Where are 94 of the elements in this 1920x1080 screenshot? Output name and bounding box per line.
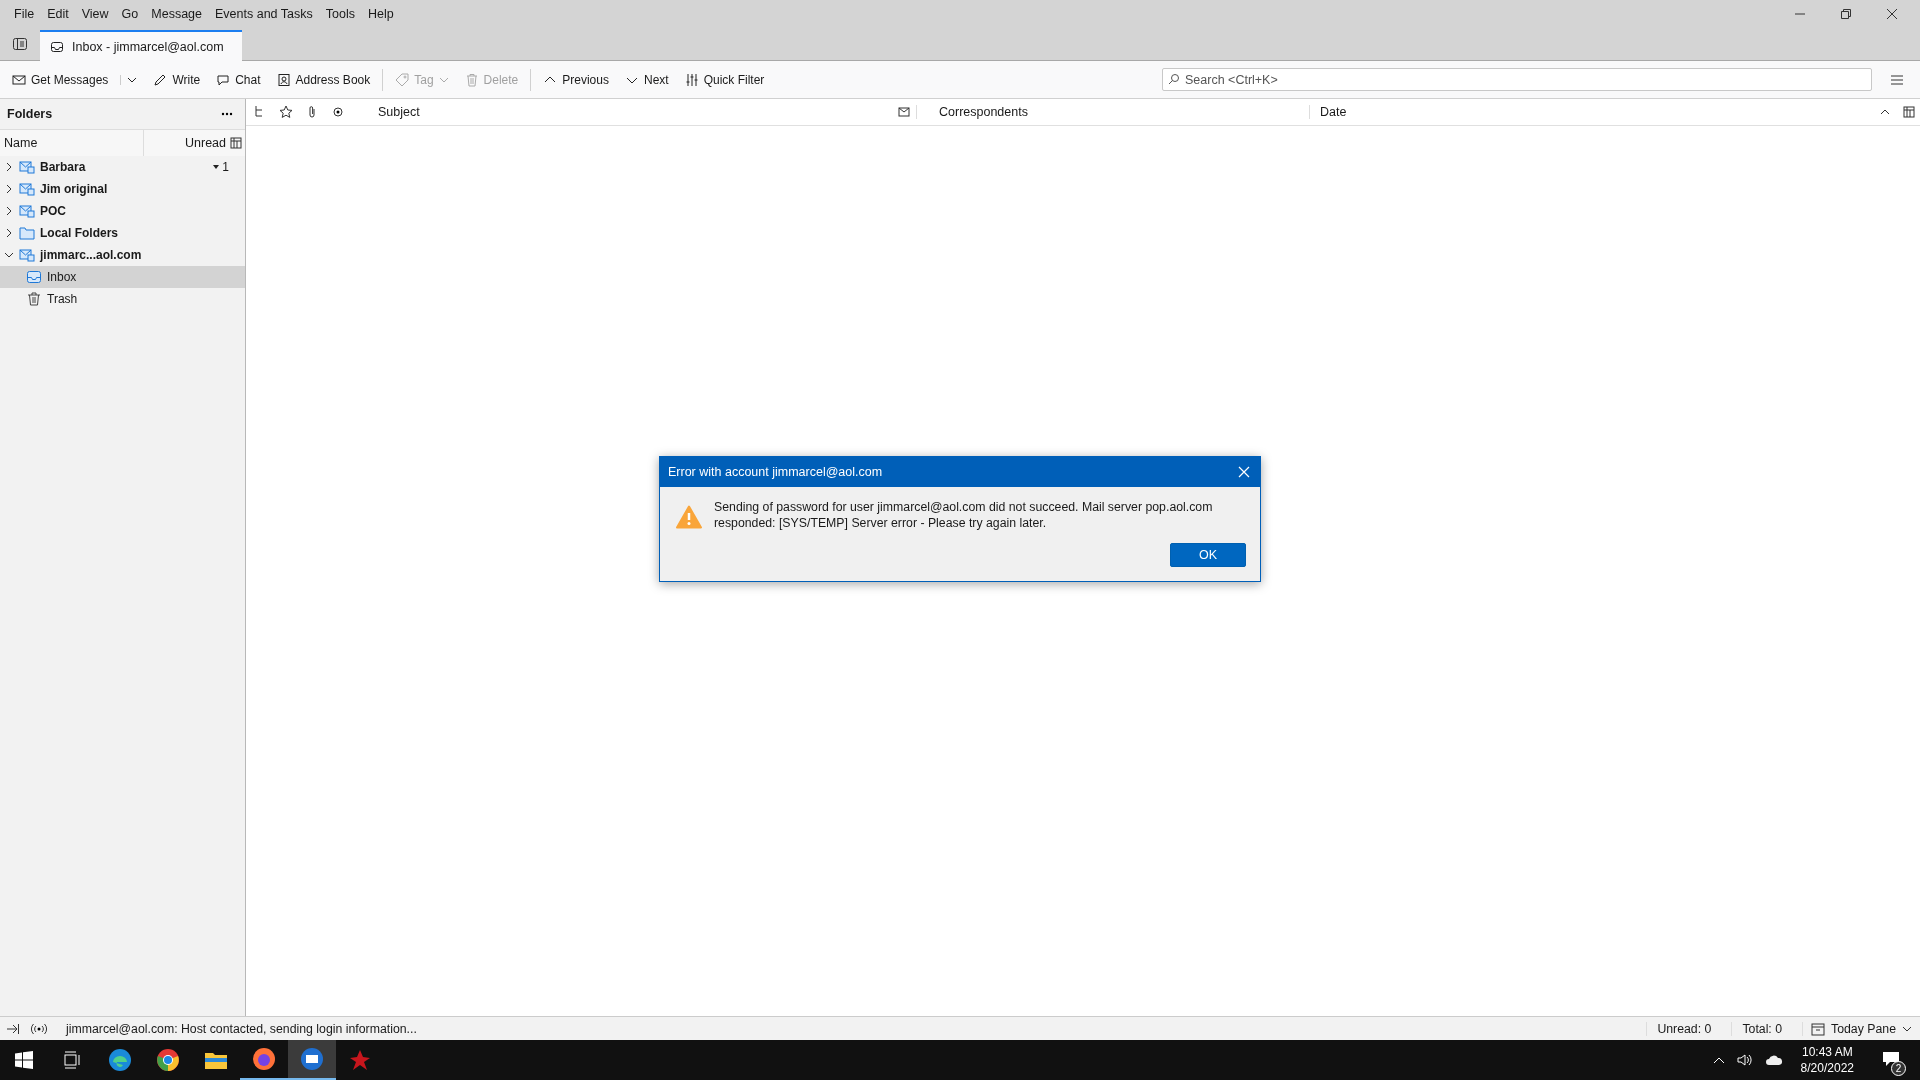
- more-icon[interactable]: [221, 112, 233, 116]
- sidebar-icon[interactable]: [12, 36, 28, 52]
- menu-item[interactable]: Help: [361, 7, 400, 21]
- pane-title: Folders: [7, 107, 53, 121]
- column-header[interactable]: Correspondents: [916, 105, 1309, 119]
- mail-folder-icon: [19, 204, 35, 218]
- get-button[interactable]: Get Messages: [4, 68, 117, 91]
- online-status-icon[interactable]: [30, 1022, 48, 1035]
- envelope-icon: [12, 72, 26, 87]
- task-view-icon[interactable]: [63, 1051, 81, 1069]
- mail-folder-icon: [19, 160, 35, 174]
- folder-item[interactable]: Trash: [0, 288, 245, 310]
- star-icon[interactable]: [279, 105, 293, 119]
- junk-status-icon[interactable]: [897, 105, 911, 119]
- dialog-title: Error with account jimmarcel@aol.com: [668, 465, 883, 479]
- mail-app-icon: [300, 1047, 324, 1071]
- collapse-pane-icon[interactable]: [6, 1022, 20, 1035]
- volume-icon[interactable]: [1736, 1053, 1753, 1067]
- folder-name: Jim original: [40, 182, 108, 196]
- folder-name: POC: [40, 204, 66, 218]
- column-header[interactable]: Unread: [144, 136, 230, 150]
- column-header[interactable]: Name: [0, 130, 144, 156]
- folder-item[interactable]: Jim original: [0, 178, 245, 200]
- folder-icon: [19, 226, 35, 240]
- warning-icon: [676, 505, 702, 529]
- menu-item[interactable]: Tools: [319, 7, 361, 21]
- tab[interactable]: Inbox - jimmarcel@aol.com: [40, 30, 242, 61]
- chevron-icon[interactable]: [4, 162, 14, 172]
- menu-item[interactable]: Events and Tasks: [209, 7, 319, 21]
- restore-icon[interactable]: [1840, 8, 1852, 20]
- chat-button[interactable]: Chat: [208, 68, 269, 91]
- today-pane-button[interactable]: Today Pane: [1802, 1021, 1920, 1036]
- ok-button[interactable]: OK: [1170, 543, 1246, 567]
- chevron-up-icon[interactable]: [1712, 1056, 1725, 1064]
- column-header[interactable]: Date: [1309, 105, 1872, 119]
- total-count: Total: 0: [1731, 1021, 1793, 1036]
- read-status-icon[interactable]: [331, 105, 345, 119]
- close-icon[interactable]: [1886, 8, 1898, 20]
- column-header[interactable]: Subject: [368, 105, 890, 119]
- search-field[interactable]: Search <Ctrl+K>: [1162, 68, 1872, 91]
- menu-item[interactable]: Message: [145, 7, 208, 21]
- clock[interactable]: 10:43 AM 8/20/2022: [1794, 1044, 1860, 1076]
- start-icon[interactable]: [15, 1051, 33, 1069]
- folder-name: Trash: [47, 292, 78, 306]
- menu-item[interactable]: Go: [115, 7, 145, 21]
- unread-count: 1: [222, 160, 229, 174]
- error-message: Sending of password for user jimmarcel@aol.com did not succeed. Mail server pop.aol.com responded: [SYS/TEMP] Server error - Please try again later.: [714, 499, 1214, 531]
- inbox-icon: [50, 39, 64, 54]
- status-text: jimmarcel@aol.com: Host contacted, sending login information...: [66, 1021, 417, 1036]
- menu-item[interactable]: File: [8, 7, 41, 21]
- browser-icon: [108, 1048, 132, 1072]
- inbox-icon: [26, 270, 42, 284]
- folder-name: jimmarc...aol.com: [40, 248, 142, 262]
- notification-badge: 2: [1891, 1060, 1906, 1076]
- dropdown-icon[interactable]: [120, 74, 138, 85]
- taskbar-app[interactable]: [288, 1040, 336, 1080]
- trash-icon: [464, 72, 479, 87]
- previous-button[interactable]: Previous: [535, 68, 617, 91]
- star-icon: [348, 1048, 372, 1072]
- filter-button[interactable]: Quick Filter: [676, 68, 773, 91]
- speech-bubble-icon: [216, 72, 231, 87]
- chevron-icon[interactable]: [4, 184, 14, 194]
- column-picker-icon[interactable]: [1903, 106, 1915, 118]
- menu-item[interactable]: Edit: [41, 7, 75, 21]
- folder-item[interactable]: Barbara 1: [0, 156, 245, 178]
- mail-folder-icon: [19, 248, 35, 262]
- caret-icon: [213, 164, 220, 170]
- calendar-icon: [1811, 1021, 1826, 1036]
- trash-icon: [26, 292, 42, 306]
- chevron-icon[interactable]: [4, 228, 14, 238]
- write-button[interactable]: Write: [145, 68, 209, 91]
- folder-item[interactable]: jimmarc...aol.com: [0, 244, 245, 266]
- pencil-icon: [153, 72, 168, 87]
- menu-icon[interactable]: [1890, 73, 1904, 86]
- unread-count: Unread: 0: [1646, 1021, 1722, 1036]
- cloud-icon[interactable]: [1764, 1054, 1783, 1066]
- folder-name: Barbara: [40, 160, 86, 174]
- browser-icon: [252, 1047, 276, 1071]
- contact-book-icon: [276, 72, 291, 87]
- folder-item[interactable]: Local Folders: [0, 222, 245, 244]
- tag-icon: [395, 72, 410, 87]
- folder-item[interactable]: POC: [0, 200, 245, 222]
- address-button[interactable]: Address Book: [268, 68, 379, 91]
- chevron-icon[interactable]: [4, 250, 14, 260]
- folder-name: Inbox: [47, 270, 77, 284]
- column-picker-icon[interactable]: [230, 137, 242, 149]
- folder-item[interactable]: Inbox: [0, 266, 245, 288]
- sliders-icon: [684, 72, 699, 87]
- folder-name: Local Folders: [40, 226, 119, 240]
- next-button[interactable]: Next: [616, 68, 677, 91]
- mail-folder-icon: [19, 182, 35, 196]
- menu-item[interactable]: View: [75, 7, 115, 21]
- browser-icon: [156, 1048, 180, 1072]
- chevron-icon[interactable]: [4, 206, 14, 216]
